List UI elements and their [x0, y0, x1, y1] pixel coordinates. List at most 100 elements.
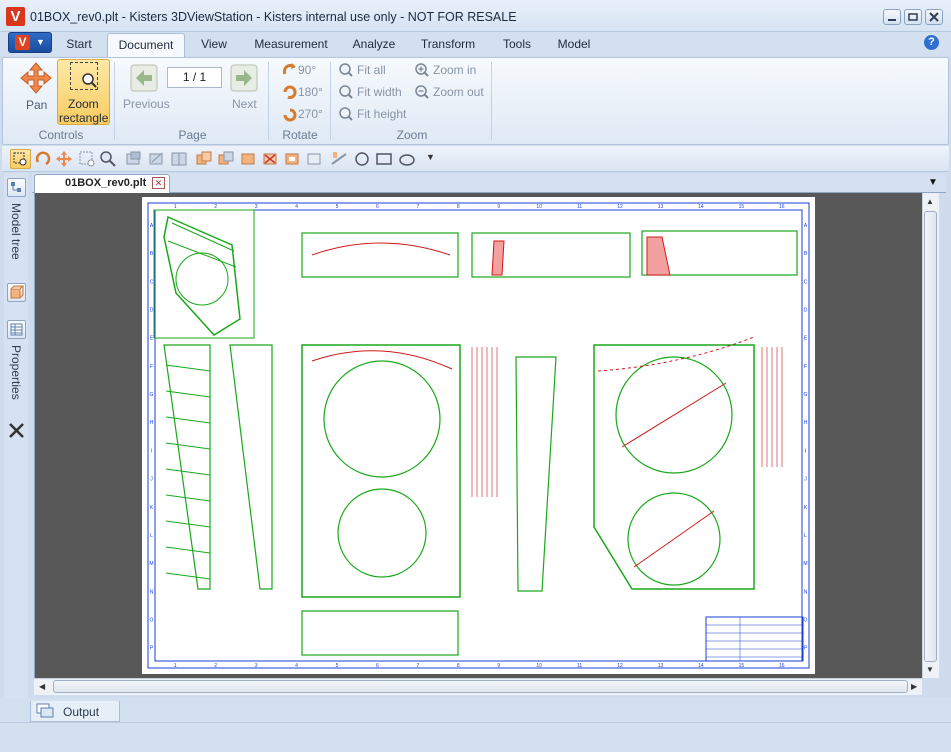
front-view-lower-opening [337, 488, 427, 578]
magnifier-icon[interactable] [99, 150, 117, 168]
tab-model[interactable]: Model [550, 35, 598, 55]
cad-drawing-sheet[interactable]: 1 1 2 2 3 3 4 4 5 5 6 6 7 7 8 8 9 9 10 10 11 11 12 12 13 13 14 14 15… [142, 197, 815, 674]
horizontal-scroll-thumb[interactable] [53, 680, 908, 693]
border-number-bottom: 11 [577, 663, 582, 669]
border-number-top: 6 [376, 204, 379, 210]
pan-label: Pan [26, 98, 48, 112]
cloud-icon[interactable] [398, 150, 416, 168]
app-menu-logo-icon: V [15, 35, 30, 50]
border-number-top: 2 [214, 204, 217, 210]
scroll-right-icon[interactable]: ▶ [911, 682, 917, 691]
properties-label[interactable]: Properties [9, 345, 23, 400]
model-tree-label[interactable]: Model tree [9, 203, 23, 260]
show-part-icon[interactable] [283, 150, 301, 168]
tab-start[interactable]: Start [58, 35, 100, 55]
rotate-view-icon[interactable] [34, 150, 52, 168]
next-page-button[interactable]: Next [226, 60, 264, 120]
status-bar [0, 722, 951, 752]
rib-line [165, 468, 211, 476]
properties-pin-button[interactable] [7, 320, 26, 339]
rectangle-icon[interactable] [375, 150, 393, 168]
previous-page-button[interactable]: Previous [120, 60, 170, 120]
pan-arrows-icon [20, 62, 52, 94]
page-group-label: Page [178, 128, 207, 142]
pan-tool-icon[interactable] [55, 150, 73, 168]
model-pin-button[interactable] [7, 283, 26, 302]
cut-plane-icon[interactable] [125, 150, 143, 168]
select-tool-button[interactable] [10, 149, 31, 169]
tab-tools[interactable]: Tools [495, 35, 539, 55]
fit-height-label: Fit height [357, 107, 407, 121]
border-number-top: 16 [779, 204, 785, 210]
minimize-button[interactable] [883, 9, 901, 25]
fit-all-button[interactable]: Fit all [337, 62, 401, 80]
fit-height-button[interactable]: Fit height [337, 106, 413, 124]
document-list-dropdown-icon[interactable]: ▼ [928, 177, 938, 188]
border-number-bottom: 16 [779, 663, 785, 669]
window-title: 01BOX_rev0.plt - Kisters 3DViewStation -… [30, 10, 517, 24]
border-letter-left: M [149, 561, 153, 567]
diameter-line [621, 382, 727, 448]
assembly-icon[interactable] [217, 150, 235, 168]
border-number-bottom: 9 [497, 663, 500, 669]
restore-icon [908, 13, 918, 21]
border-number-bottom: 12 [617, 663, 623, 669]
model-tree-pin-button[interactable] [7, 178, 26, 197]
cut-plane-3-icon[interactable] [170, 150, 188, 168]
tab-measurement[interactable]: Measurement [248, 35, 334, 55]
border-letter-left: A [150, 223, 154, 229]
border-letter-right: F [804, 364, 807, 370]
border-letter-left: K [150, 505, 154, 511]
restore-button[interactable] [904, 9, 922, 25]
tab-analyze[interactable]: Analyze [345, 35, 403, 55]
scroll-up-icon[interactable]: ▲ [926, 197, 934, 206]
application-menu-button[interactable]: V ▼ [8, 32, 52, 53]
pan-button[interactable]: Pan [12, 60, 58, 126]
circle-icon[interactable] [353, 150, 371, 168]
border-letter-right: K [804, 505, 808, 511]
fit-width-button[interactable]: Fit width [337, 84, 409, 102]
drawing-outer-frame [147, 202, 810, 669]
border-number-bottom: 13 [658, 663, 664, 669]
scroll-left-icon[interactable]: ◀ [39, 682, 45, 691]
rotate-270-button[interactable]: 270° [280, 106, 324, 124]
minimize-icon [888, 19, 896, 21]
zoom-out-button[interactable]: Zoom out [413, 84, 487, 102]
select-icon [13, 152, 27, 166]
transparency-icon[interactable] [305, 150, 323, 168]
border-letter-left: G [150, 392, 154, 398]
border-letter-left: D [150, 307, 154, 313]
output-window-icon [36, 703, 54, 718]
rib-line [165, 546, 211, 554]
part-icon[interactable] [239, 150, 257, 168]
rotate-90-button[interactable]: 90° [280, 62, 322, 80]
close-document-icon[interactable]: ✕ [152, 177, 165, 189]
border-letter-right: J [804, 477, 807, 483]
zoom-box-icon[interactable] [78, 150, 96, 168]
border-number-bottom: 4 [295, 663, 298, 669]
toolbar-overflow-icon[interactable]: ▼ [426, 152, 435, 162]
rotate-270-icon [283, 108, 297, 122]
tab-document[interactable]: Document [107, 33, 185, 58]
tab-view[interactable]: View [192, 35, 236, 55]
narrow-side-view [515, 356, 557, 592]
cut-plane-2-icon[interactable] [148, 150, 166, 168]
border-number-bottom: 10 [536, 663, 542, 669]
border-number-bottom: 2 [214, 663, 217, 669]
tools-pin-button[interactable] [7, 421, 26, 440]
page-number-input[interactable]: 1 / 1 [167, 67, 222, 88]
scroll-down-icon[interactable]: ▼ [926, 665, 934, 674]
vertical-scroll-thumb[interactable] [924, 211, 937, 662]
close-button[interactable] [925, 9, 943, 25]
rotate-180-icon [283, 85, 297, 99]
rib-line [165, 442, 211, 450]
help-icon[interactable]: ? [924, 35, 939, 50]
fit-all-icon [339, 63, 353, 77]
measure-icon[interactable] [330, 150, 348, 168]
explode-icon[interactable] [195, 150, 213, 168]
zoom-in-button[interactable]: Zoom in [413, 62, 481, 80]
border-number-bottom: 5 [336, 663, 339, 669]
rotate-180-button[interactable]: 180° [280, 84, 324, 102]
hide-part-icon[interactable] [261, 150, 279, 168]
tab-transform[interactable]: Transform [414, 35, 482, 55]
